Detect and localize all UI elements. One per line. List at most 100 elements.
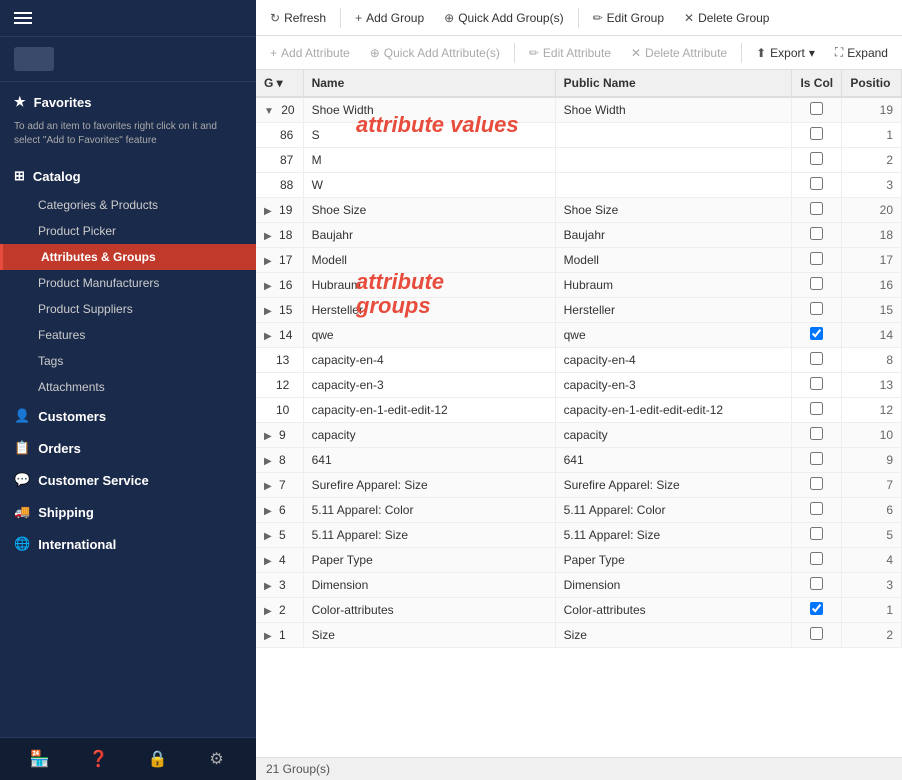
expand-btn[interactable]: ▶ xyxy=(264,206,272,217)
cell-expand[interactable]: ▶ 1 xyxy=(256,623,303,648)
table-row[interactable]: ▶ 9 capacity capacity 10 xyxy=(256,423,902,448)
table-row[interactable]: 87 M 2 xyxy=(256,148,902,173)
is-col-checkbox[interactable] xyxy=(810,102,823,115)
is-col-checkbox[interactable] xyxy=(810,202,823,215)
table-row[interactable]: 10 capacity-en-1-edit-edit-12 capacity-e… xyxy=(256,398,902,423)
sidebar-item-customer-service[interactable]: 💬 Customer Service xyxy=(0,464,256,496)
sidebar-item-international[interactable]: 🌐 International xyxy=(0,528,256,560)
cell-is-col[interactable] xyxy=(792,548,842,573)
expand-btn[interactable]: ▶ xyxy=(264,581,272,592)
cell-expand[interactable]: ▶ 2 xyxy=(256,598,303,623)
cell-is-col[interactable] xyxy=(792,223,842,248)
expand-btn[interactable]: ▶ xyxy=(264,456,272,467)
cell-expand[interactable]: ▶ 15 xyxy=(256,298,303,323)
cell-expand[interactable]: ▶ 4 xyxy=(256,548,303,573)
table-row[interactable]: ▶ 16 Hubraum Hubraum 16 xyxy=(256,273,902,298)
cell-expand[interactable]: ▶ 9 xyxy=(256,423,303,448)
cell-expand[interactable]: ▶ 7 xyxy=(256,473,303,498)
is-col-checkbox[interactable] xyxy=(810,627,823,640)
is-col-checkbox[interactable] xyxy=(810,152,823,165)
table-row[interactable]: ▶ 17 Modell Modell 17 xyxy=(256,248,902,273)
is-col-checkbox[interactable] xyxy=(810,277,823,290)
expand-btn[interactable]: ▼ xyxy=(264,106,274,117)
help-icon[interactable]: ❓ xyxy=(88,748,110,770)
sidebar-item-product-manufacturers[interactable]: Product Manufacturers xyxy=(0,270,256,296)
table-row[interactable]: ▶ 15 Hersteller Hersteller 15 xyxy=(256,298,902,323)
is-col-checkbox[interactable] xyxy=(810,302,823,315)
is-col-checkbox[interactable] xyxy=(810,527,823,540)
hamburger-menu[interactable] xyxy=(14,12,32,24)
cell-expand[interactable]: ▶ 18 xyxy=(256,223,303,248)
cell-is-col[interactable] xyxy=(792,498,842,523)
cell-is-col[interactable] xyxy=(792,173,842,198)
expand-btn[interactable]: ▶ xyxy=(264,306,272,317)
expand-btn[interactable]: ▶ xyxy=(264,556,272,567)
table-row[interactable]: 13 capacity-en-4 capacity-en-4 8 xyxy=(256,348,902,373)
cell-expand[interactable]: ▶ 17 xyxy=(256,248,303,273)
cell-is-col[interactable] xyxy=(792,623,842,648)
refresh-button[interactable]: ↻ Refresh xyxy=(262,7,334,29)
cell-expand[interactable]: ▶ 19 xyxy=(256,198,303,223)
sidebar-item-categories-products[interactable]: Categories & Products xyxy=(0,192,256,218)
table-row[interactable]: ▶ 14 qwe qwe 14 xyxy=(256,323,902,348)
cell-is-col[interactable] xyxy=(792,448,842,473)
sidebar-item-attributes-groups[interactable]: Attributes & Groups xyxy=(0,244,256,270)
sidebar-item-product-suppliers[interactable]: Product Suppliers xyxy=(0,296,256,322)
is-col-checkbox[interactable] xyxy=(810,402,823,415)
is-col-checkbox[interactable] xyxy=(810,127,823,140)
sidebar-item-customers[interactable]: 👤 Customers xyxy=(0,400,256,432)
edit-group-button[interactable]: ✏ Edit Group xyxy=(585,7,672,29)
is-col-checkbox[interactable] xyxy=(810,177,823,190)
cell-expand[interactable]: ▶ 6 xyxy=(256,498,303,523)
settings-icon[interactable]: ⚙ xyxy=(206,748,228,770)
table-row[interactable]: ▶ 6 5.11 Apparel: Color 5.11 Apparel: Co… xyxy=(256,498,902,523)
is-col-checkbox[interactable] xyxy=(810,327,823,340)
cell-expand[interactable]: ▶ 14 xyxy=(256,323,303,348)
is-col-checkbox[interactable] xyxy=(810,452,823,465)
is-col-checkbox[interactable] xyxy=(810,427,823,440)
cell-is-col[interactable] xyxy=(792,523,842,548)
table-row[interactable]: 88 W 3 xyxy=(256,173,902,198)
is-col-checkbox[interactable] xyxy=(810,477,823,490)
expand-btn[interactable]: ▶ xyxy=(264,531,272,542)
cell-is-col[interactable] xyxy=(792,273,842,298)
cell-expand[interactable]: ▶ 3 xyxy=(256,573,303,598)
table-row[interactable]: ▶ 19 Shoe Size Shoe Size 20 xyxy=(256,198,902,223)
edit-attribute-button[interactable]: ✏ Edit Attribute xyxy=(521,42,619,64)
store-icon[interactable]: 🏪 xyxy=(29,748,51,770)
is-col-checkbox[interactable] xyxy=(810,552,823,565)
cell-is-col[interactable] xyxy=(792,573,842,598)
table-row[interactable]: ▶ 3 Dimension Dimension 3 xyxy=(256,573,902,598)
cell-expand[interactable]: ▶ 5 xyxy=(256,523,303,548)
expand-btn[interactable]: ▶ xyxy=(264,506,272,517)
table-row[interactable]: ▶ 2 Color-attributes Color-attributes 1 xyxy=(256,598,902,623)
sidebar-item-tags[interactable]: Tags xyxy=(0,348,256,374)
sidebar-item-attachments[interactable]: Attachments xyxy=(0,374,256,400)
delete-group-button[interactable]: ✕ Delete Group xyxy=(676,7,777,29)
cell-is-col[interactable] xyxy=(792,348,842,373)
export-button[interactable]: ⬆ Export ▾ xyxy=(748,42,823,64)
expand-btn[interactable]: ▶ xyxy=(264,331,272,342)
cell-is-col[interactable] xyxy=(792,148,842,173)
table-row[interactable]: ▶ 1 Size Size 2 xyxy=(256,623,902,648)
is-col-checkbox[interactable] xyxy=(810,502,823,515)
cell-expand[interactable]: ▼ 20 xyxy=(256,97,303,123)
table-row[interactable]: ▶ 4 Paper Type Paper Type 4 xyxy=(256,548,902,573)
expand-button[interactable]: ⛶ Expand xyxy=(827,41,896,64)
cell-expand[interactable]: ▶ 8 xyxy=(256,448,303,473)
cell-is-col[interactable] xyxy=(792,323,842,348)
expand-btn[interactable]: ▶ xyxy=(264,231,272,242)
cell-is-col[interactable] xyxy=(792,248,842,273)
is-col-checkbox[interactable] xyxy=(810,602,823,615)
expand-btn[interactable]: ▶ xyxy=(264,256,272,267)
lock-icon[interactable]: 🔒 xyxy=(147,748,169,770)
col-position[interactable]: Positio xyxy=(842,70,902,97)
is-col-checkbox[interactable] xyxy=(810,252,823,265)
table-row[interactable]: ▶ 5 5.11 Apparel: Size 5.11 Apparel: Siz… xyxy=(256,523,902,548)
sidebar-item-orders[interactable]: 📋 Orders xyxy=(0,432,256,464)
sidebar-item-favorites[interactable]: ★ Favorites xyxy=(14,90,242,114)
cell-is-col[interactable] xyxy=(792,373,842,398)
table-container[interactable]: attribute values attributegroups G ▾ Nam… xyxy=(256,70,902,757)
col-name[interactable]: Name xyxy=(303,70,555,97)
is-col-checkbox[interactable] xyxy=(810,227,823,240)
